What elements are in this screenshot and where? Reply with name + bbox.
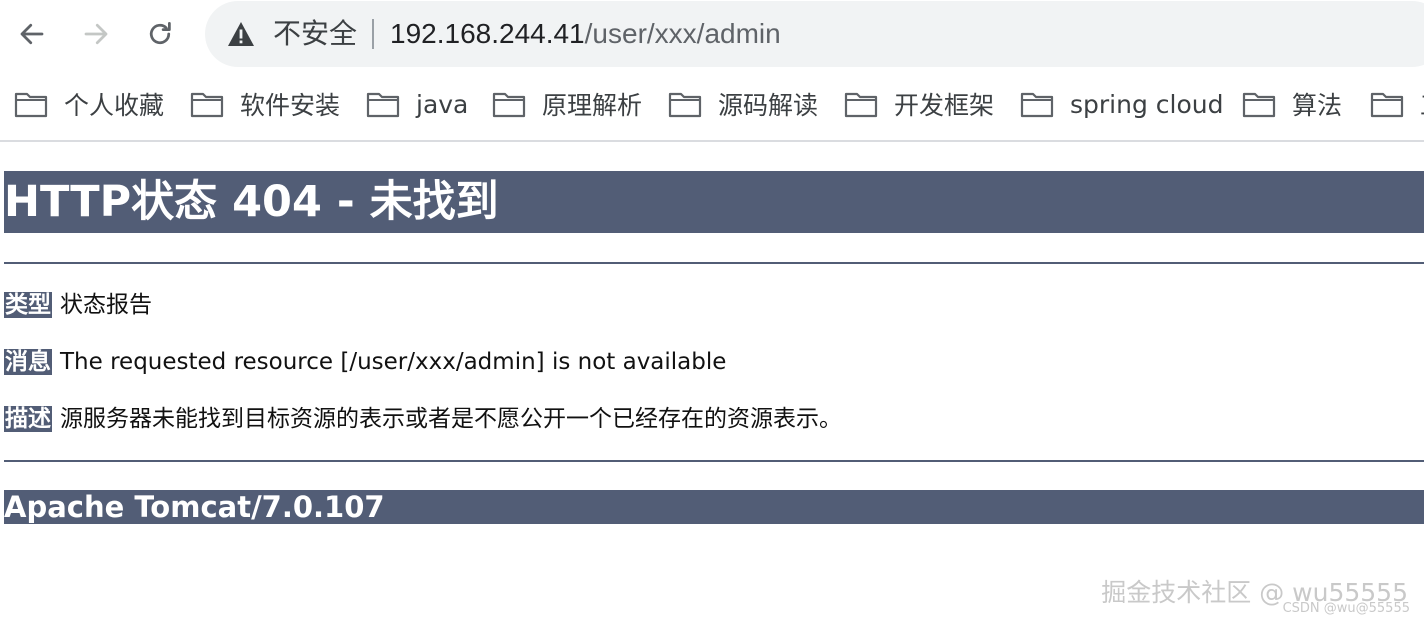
folder-icon bbox=[14, 92, 48, 118]
bookmark-label: 个人收藏 bbox=[64, 91, 165, 120]
browser-toolbar: 不安全 192.168.244.41/user/xxx/admin bbox=[0, 0, 1424, 70]
bookmarks-bar: 个人收藏 软件安装 java 原理解析 源码解读 开发框架 spring clo… bbox=[0, 70, 1424, 142]
bookmark-folder[interactable]: 开发框架 bbox=[844, 84, 994, 124]
url-text[interactable]: 192.168.244.41/user/xxx/admin bbox=[390, 15, 781, 53]
bookmark-folder[interactable]: 个人收藏 bbox=[14, 84, 164, 124]
bookmark-folder[interactable]: 原理解析 bbox=[492, 84, 642, 124]
bookmark-folder[interactable]: 算法 bbox=[1242, 84, 1342, 124]
divider bbox=[4, 262, 1424, 264]
bookmark-label: spring cloud bbox=[1070, 89, 1224, 119]
bookmark-label: 软件安装 bbox=[240, 91, 341, 120]
address-bar[interactable]: 不安全 192.168.244.41/user/xxx/admin bbox=[205, 1, 1424, 67]
description-label: 描述 bbox=[4, 406, 52, 432]
folder-icon bbox=[1020, 92, 1054, 118]
arrow-left-icon bbox=[20, 23, 44, 45]
folder-icon bbox=[1370, 92, 1404, 118]
security-status-label[interactable]: 不安全 bbox=[273, 15, 357, 53]
divider bbox=[4, 460, 1424, 462]
url-path: /user/xxx/admin bbox=[584, 18, 781, 49]
bookmark-label: 工 bbox=[1420, 86, 1424, 122]
folder-icon bbox=[366, 92, 400, 118]
page-title: HTTP状态 404 - 未找到 bbox=[4, 171, 1424, 233]
bookmark-label: 原理解析 bbox=[542, 91, 643, 120]
back-button[interactable] bbox=[10, 12, 54, 56]
description-row: 描述 源服务器未能找到目标资源的表示或者是不愿公开一个已经存在的资源表示。 bbox=[4, 404, 842, 434]
folder-icon bbox=[844, 92, 878, 118]
reload-button[interactable] bbox=[138, 12, 182, 56]
bookmark-folder[interactable]: 软件安装 bbox=[190, 84, 340, 124]
forward-button[interactable] bbox=[74, 12, 118, 56]
arrow-right-icon bbox=[84, 23, 108, 45]
bookmark-folder[interactable]: java bbox=[366, 84, 468, 124]
type-row: 类型 状态报告 bbox=[4, 290, 152, 320]
bookmark-folder[interactable]: spring cloud bbox=[1020, 84, 1223, 124]
warning-icon[interactable] bbox=[227, 21, 255, 47]
bookmark-label: 源码解读 bbox=[718, 91, 819, 120]
type-label: 类型 bbox=[4, 292, 52, 318]
folder-icon bbox=[1242, 92, 1276, 118]
address-divider bbox=[372, 19, 374, 49]
reload-icon bbox=[149, 22, 171, 45]
description-value: 源服务器未能找到目标资源的表示或者是不愿公开一个已经存在的资源表示。 bbox=[60, 406, 842, 432]
bookmark-folder[interactable]: 工 bbox=[1370, 84, 1424, 124]
bookmark-label: java bbox=[416, 89, 469, 119]
message-value: The requested resource [/user/xxx/admin]… bbox=[60, 349, 727, 375]
bookmark-folder[interactable]: 源码解读 bbox=[668, 84, 818, 124]
message-row: 消息 The requested resource [/user/xxx/admi… bbox=[4, 347, 726, 377]
folder-icon bbox=[492, 92, 526, 118]
bookmark-label: 算法 bbox=[1292, 91, 1343, 120]
folder-icon bbox=[668, 92, 702, 118]
url-host: 192.168.244.41 bbox=[390, 18, 585, 49]
folder-icon bbox=[190, 92, 224, 118]
bookmark-label: 开发框架 bbox=[894, 91, 995, 120]
server-footer: Apache Tomcat/7.0.107 bbox=[4, 490, 1424, 524]
message-label: 消息 bbox=[4, 349, 52, 375]
type-value: 状态报告 bbox=[60, 292, 152, 318]
watermark-subtext: CSDN @wu@55555 bbox=[1282, 601, 1410, 616]
